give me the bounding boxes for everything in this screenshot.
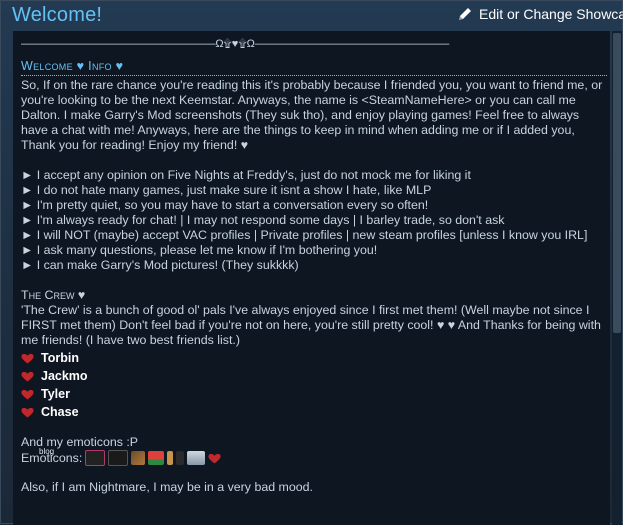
crew-member: Torbin <box>21 349 605 367</box>
crew-paragraph: 'The Crew' is a bunch of good ol' pals I… <box>21 303 601 347</box>
emoticon-gun-icon <box>131 451 146 465</box>
rule-item: ► I ask many questions, please let me kn… <box>21 243 378 257</box>
showcase-content-panel: ——————————————————Ω۩♥۩Ω—————————————————… <box>13 31 610 525</box>
ornament-divider: ——————————————————Ω۩♥۩Ω—————————————————… <box>21 38 450 50</box>
emoticon-car-icon <box>187 451 206 465</box>
rules-list: ► I accept any opinion on Five Nights at… <box>21 168 605 273</box>
crew-heading: The Crew ♥ <box>21 288 86 302</box>
emoticon-mask-icon <box>85 450 106 466</box>
heart-icon <box>21 389 34 400</box>
rule-item: ► I do not hate many games, just make su… <box>21 183 432 197</box>
vertical-scrollbar[interactable] <box>612 31 622 525</box>
emoticon-watermelon-icon <box>148 451 165 465</box>
emoticon-eyes-icon <box>108 450 129 466</box>
showcase-title: Welcome! <box>12 4 103 26</box>
section-rule <box>21 75 607 76</box>
crew-member: Tyler <box>21 385 605 403</box>
crew-member-name: Torbin <box>41 350 79 365</box>
emoticon-glove-icon <box>176 451 185 465</box>
heart-icon <box>21 407 34 418</box>
edit-showcase-label: Edit or Change Showcase <box>479 6 623 22</box>
pencil-icon <box>459 8 471 20</box>
crew-member-name: Chase <box>41 404 79 419</box>
intro-paragraph: So, If on the rare chance you're reading… <box>21 78 603 152</box>
emoticon-overlay-text: blog <box>39 447 55 456</box>
crew-member: Chase <box>21 403 605 421</box>
heart-icon <box>21 371 34 382</box>
rule-item: ► I will NOT (maybe) accept VAC profiles… <box>21 228 588 242</box>
showcase-frame: Welcome! Edit or Change Showcase ———————… <box>0 0 623 525</box>
crew-member: Jackmo <box>21 367 605 385</box>
emoticon-heart-icon <box>208 453 221 464</box>
crew-list: Torbin Jackmo Tyler Chase <box>21 349 605 421</box>
emoticons-intro: And my emoticons :P <box>21 435 139 449</box>
rule-item: ► I'm always ready for chat! | I may not… <box>21 213 505 227</box>
footer-note: Also, if I am Nightmare, I may be in a v… <box>21 480 313 494</box>
rule-item: ► I can make Garry's Mod pictures! (They… <box>21 258 299 272</box>
heart-icon <box>21 353 34 364</box>
scrollbar-thumb[interactable] <box>613 33 621 333</box>
welcome-heading: Welcome ♥ Info ♥ <box>21 59 124 73</box>
emoticons-row: Emoticons: blog <box>21 447 605 466</box>
rule-item: ► I'm pretty quiet, so you may have to s… <box>21 198 429 212</box>
edit-showcase-button[interactable]: Edit or Change Showcase <box>457 6 623 22</box>
crew-member-name: Jackmo <box>41 368 88 383</box>
rule-item: ► I accept any opinion on Five Nights at… <box>21 168 471 182</box>
crew-member-name: Tyler <box>41 386 70 401</box>
emoticon-bottle-icon <box>167 451 174 465</box>
